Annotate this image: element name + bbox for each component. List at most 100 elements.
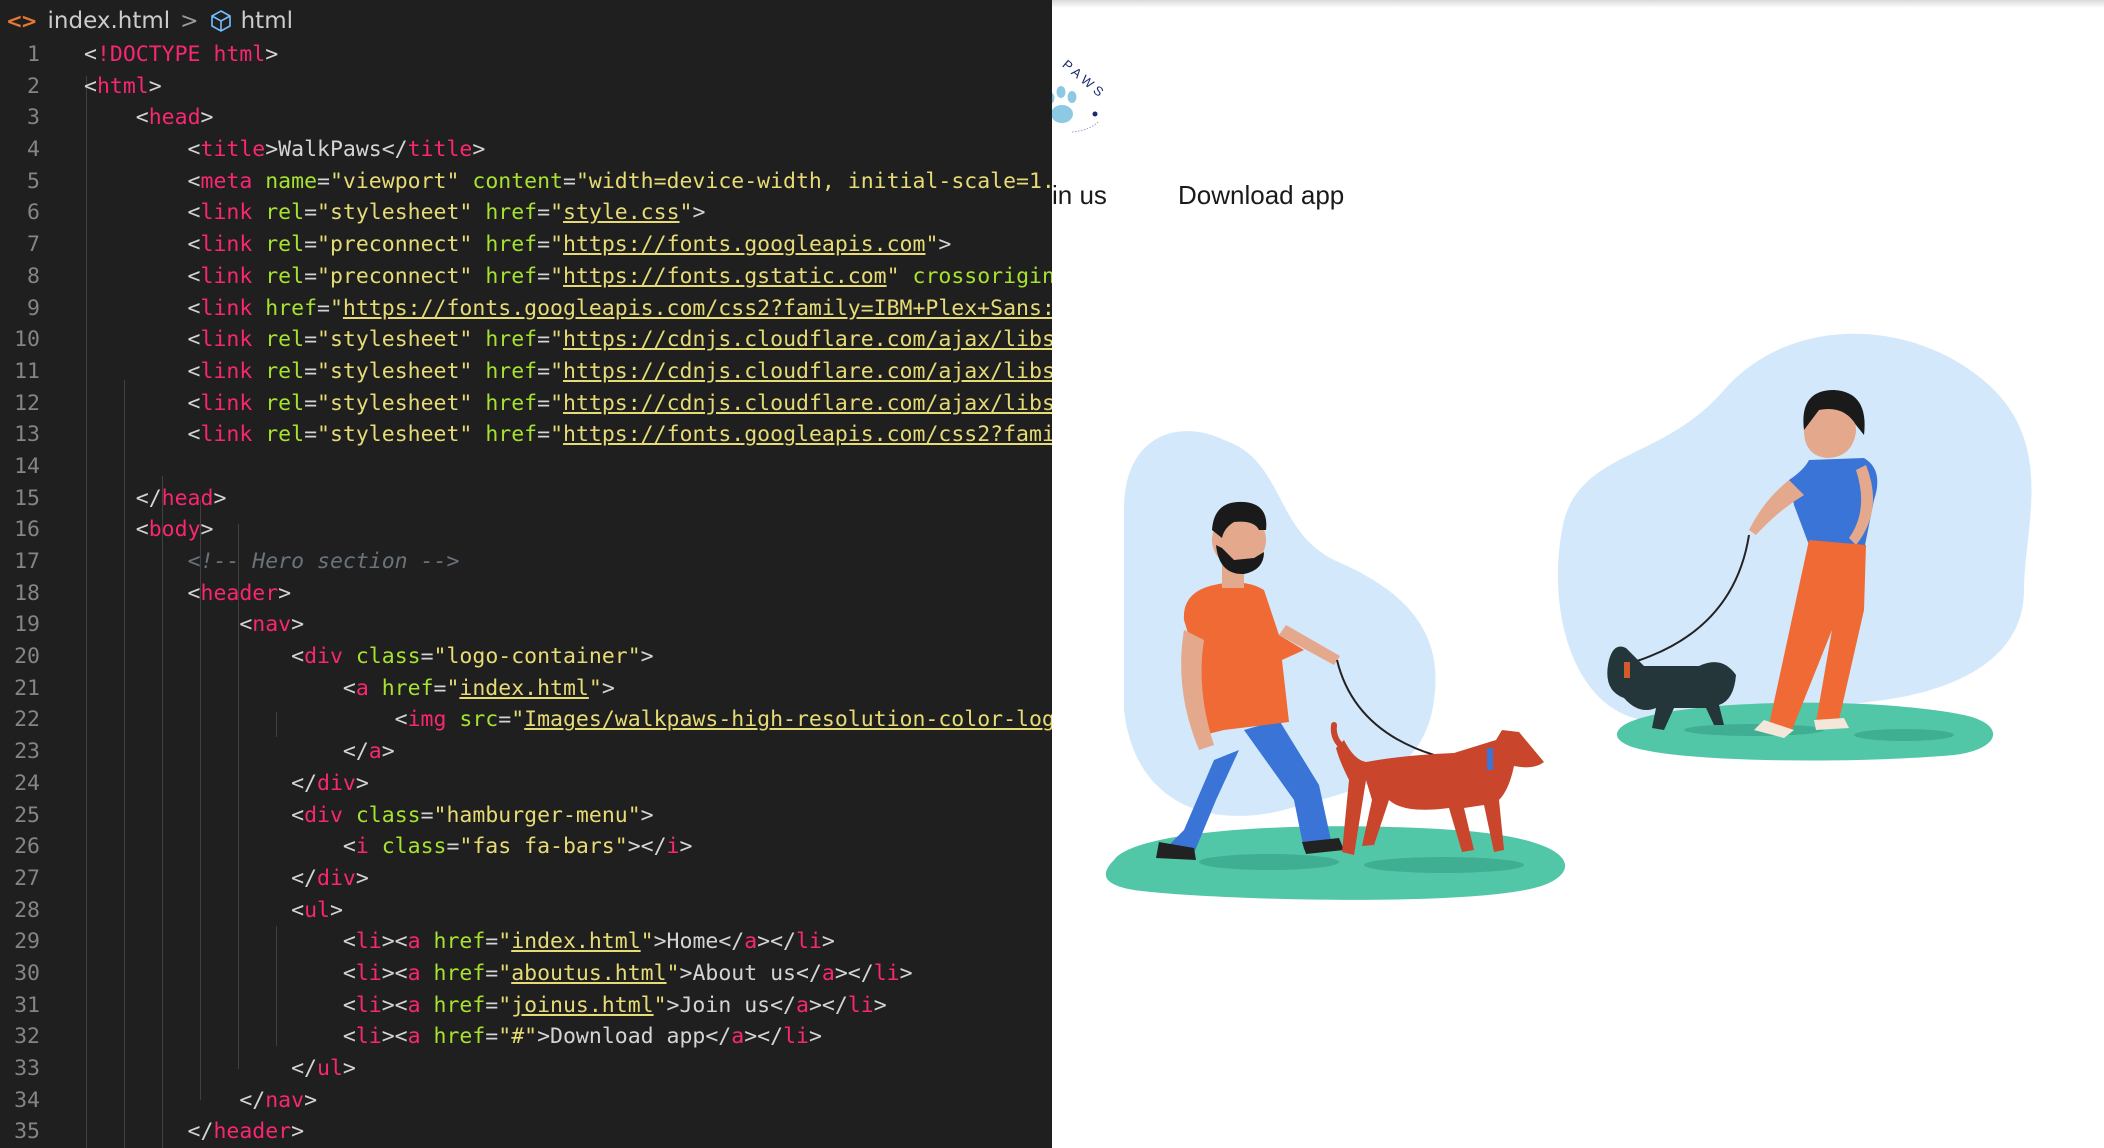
code-text[interactable]: </a> — [84, 736, 395, 768]
code-text[interactable]: <title>WalkPaws</title> — [84, 134, 486, 166]
code-line[interactable]: 27 </div> — [0, 863, 1052, 895]
code-text[interactable]: </header> — [84, 1116, 305, 1148]
code-line[interactable]: 3 <head> — [0, 102, 1052, 134]
code-text[interactable]: <li><a href="#">Download app</a></li> — [84, 1021, 822, 1053]
breadcrumb-file[interactable]: index.html — [48, 8, 171, 34]
code-token: "logo-container" — [433, 644, 641, 670]
code-token: > — [200, 517, 214, 543]
code-text[interactable]: <li><a href="index.html">Home</a></li> — [84, 926, 835, 958]
code-text[interactable]: <body> — [84, 514, 214, 546]
code-line[interactable]: 26 <i class="fas fa-bars"></i> — [0, 831, 1052, 863]
code-text[interactable]: <link rel="stylesheet" href="https://cdn… — [84, 356, 1052, 388]
code-token: > — [692, 200, 706, 226]
code-text[interactable]: <div class="logo-container"> — [84, 641, 654, 673]
code-line[interactable]: 8 <link rel="preconnect" href="https://f… — [0, 261, 1052, 293]
code-token: > — [342, 1056, 356, 1081]
code-line[interactable]: 2 <html> — [0, 71, 1052, 103]
code-line[interactable]: 4 <title>WalkPaws</title> — [0, 134, 1052, 166]
code-line[interactable]: 28 <ul> — [0, 895, 1052, 927]
code-text[interactable]: <div class="hamburger-menu"> — [84, 800, 654, 832]
code-text[interactable]: <header> — [84, 578, 292, 610]
code-line[interactable]: 14 — [0, 451, 1052, 483]
code-text[interactable]: </div> — [84, 863, 369, 895]
code-token: ></ — [808, 992, 848, 1018]
code-text[interactable]: <!DOCTYPE html> — [84, 39, 278, 71]
code-line[interactable]: 21 <a href="index.html"> — [0, 673, 1052, 705]
code-line[interactable]: 24 </div> — [0, 768, 1052, 800]
code-text[interactable]: <link rel="stylesheet" href="style.css"> — [84, 197, 706, 229]
code-line[interactable]: 25 <div class="hamburger-menu"> — [0, 800, 1052, 832]
code-text[interactable]: <link rel="stylesheet" href="https://cdn… — [84, 388, 1052, 420]
logo-text: PAWS — [1060, 57, 1110, 102]
code-token: < — [84, 992, 356, 1018]
code-line[interactable]: 23 </a> — [0, 736, 1052, 768]
code-line[interactable]: 5 <meta name="viewport" content="width=d… — [0, 166, 1052, 198]
code-token: href — [485, 232, 538, 258]
code-token: href — [433, 992, 486, 1018]
code-text[interactable]: </ul> — [84, 1053, 356, 1085]
code-line[interactable]: 31 <li><a href="joinus.html">Join us</a>… — [0, 990, 1052, 1022]
code-token: i — [666, 834, 680, 860]
code-text[interactable]: <ul> — [84, 895, 343, 927]
code-line[interactable]: 34 </nav> — [0, 1085, 1052, 1117]
code-text[interactable]: <i class="fas fa-bars"></i> — [84, 831, 693, 863]
code-token: class — [355, 644, 421, 670]
code-text[interactable]: <img src="Images/walkpaws-high-resolutio… — [84, 704, 1052, 736]
code-lines[interactable]: 1 <!DOCTYPE html> 2 <html> 3 <head> 4 <title>… — [0, 39, 1052, 1148]
code-token: "stylesheet" — [317, 390, 473, 416]
code-text[interactable]: <meta name="viewport" content="width=dev… — [84, 166, 1052, 198]
code-text[interactable]: </head> — [84, 483, 227, 515]
code-token: class — [381, 834, 447, 860]
code-text[interactable]: <html> — [84, 71, 162, 103]
code-line[interactable]: 1 <!DOCTYPE html> — [0, 39, 1052, 71]
code-text[interactable]: <!-- Hero section --> — [84, 546, 460, 578]
code-line[interactable]: 18 <header> — [0, 578, 1052, 610]
code-line[interactable]: 6 <link rel="stylesheet" href="style.css… — [0, 197, 1052, 229]
nav-download-app[interactable]: Download app — [1178, 180, 1344, 211]
code-line[interactable]: 7 <link rel="preconnect" href="https://f… — [0, 229, 1052, 261]
code-editor[interactable]: < > index.html > html 1 <!DOCTYPE html> 2 <h… — [0, 0, 1052, 1148]
code-line[interactable]: 10 <link rel="stylesheet" href="https://… — [0, 324, 1052, 356]
code-token: " — [550, 232, 564, 258]
code-text[interactable]: <li><a href="joinus.html">Join us</a></l… — [84, 990, 887, 1022]
code-line[interactable]: 19 <nav> — [0, 609, 1052, 641]
code-text[interactable]: <link rel="preconnect" href="https://fon… — [84, 229, 952, 261]
code-token: >< — [381, 1024, 408, 1050]
code-text[interactable]: </div> — [84, 768, 369, 800]
code-line[interactable]: 29 <li><a href="index.html">Home</a></li… — [0, 926, 1052, 958]
code-token: index.html — [511, 929, 641, 955]
line-number: 32 — [14, 1024, 40, 1050]
code-text[interactable]: <li><a href="aboutus.html">About us</a><… — [84, 958, 913, 990]
code-line[interactable]: 9 <link href="https://fonts.googleapis.c… — [0, 293, 1052, 325]
code-text[interactable]: <a href="index.html"> — [84, 673, 615, 705]
code-token: >Download app</ — [537, 1024, 732, 1050]
code-text[interactable]: <head> — [84, 102, 214, 134]
code-line[interactable]: 20 <div class="logo-container"> — [0, 641, 1052, 673]
code-text[interactable]: </nav> — [84, 1085, 317, 1117]
walkpaws-logo[interactable]: PAWS — [1052, 22, 1132, 142]
code-text[interactable]: <nav> — [84, 609, 304, 641]
paw-print-icon — [1052, 86, 1077, 123]
code-line[interactable]: 16 <body> — [0, 514, 1052, 546]
code-line[interactable]: 33 </ul> — [0, 1053, 1052, 1085]
breadcrumb-symbol[interactable]: html — [241, 8, 293, 34]
code-token: " — [653, 992, 667, 1018]
code-line[interactable]: 13 <link rel="stylesheet" href="https://… — [0, 419, 1052, 451]
nav-join-us[interactable]: in us — [1052, 180, 1107, 211]
code-line[interactable]: 35 </header> — [0, 1116, 1052, 1148]
code-text[interactable]: <link rel="preconnect" href="https://fon… — [84, 261, 1052, 293]
line-number: 35 — [14, 1119, 40, 1145]
code-line[interactable]: 11 <link rel="stylesheet" href="https://… — [0, 356, 1052, 388]
code-line[interactable]: 22 <img src="Images/walkpaws-high-resolu… — [0, 704, 1052, 736]
code-line[interactable]: 32 <li><a href="#">Download app</a></li> — [0, 1021, 1052, 1053]
code-line[interactable]: 30 <li><a href="aboutus.html">About us</… — [0, 958, 1052, 990]
code-line[interactable]: 17 <!-- Hero section --> — [0, 546, 1052, 578]
code-text[interactable]: <link href="https://fonts.googleapis.com… — [84, 293, 1052, 325]
code-line[interactable]: 15 </head> — [0, 483, 1052, 515]
code-line[interactable]: 12 <link rel="stylesheet" href="https://… — [0, 388, 1052, 420]
code-text[interactable]: <link rel="stylesheet" href="https://fon… — [84, 419, 1052, 451]
code-token: src — [459, 707, 499, 733]
code-text[interactable]: <link rel="stylesheet" href="https://cdn… — [84, 324, 1052, 356]
